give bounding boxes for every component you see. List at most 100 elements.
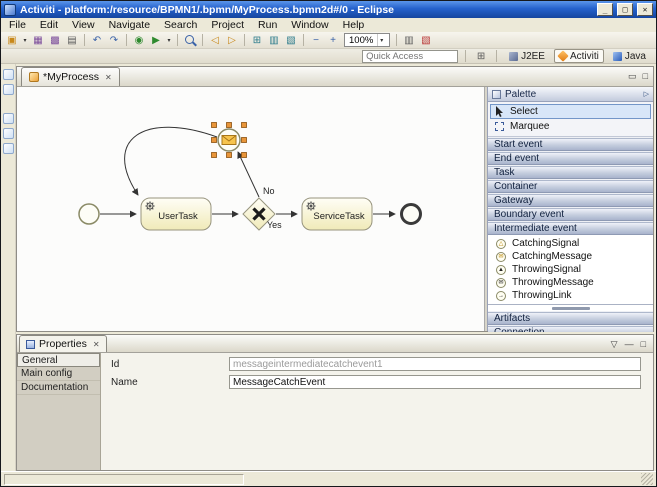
name-field-label: Name <box>111 377 229 388</box>
palette-tool-select[interactable]: Select <box>490 104 651 119</box>
properties-form: Id Name <box>101 353 653 470</box>
properties-tab-close-icon[interactable]: ✕ <box>91 340 100 349</box>
palette-item-catching-signal[interactable]: △ CatchingSignal <box>488 237 653 250</box>
category-general[interactable]: General <box>17 353 100 367</box>
category-documentation[interactable]: Documentation <box>17 381 100 395</box>
palette-item-throwing-signal[interactable]: ▲ ThrowingSignal <box>488 263 653 276</box>
properties-tab[interactable]: Properties ✕ <box>19 335 107 352</box>
message-envelope-icon <box>222 136 236 145</box>
palette-scroll-indicator[interactable] <box>488 305 653 311</box>
search-button[interactable] <box>182 33 198 48</box>
resize-grip-icon[interactable] <box>641 473 653 485</box>
zoom-in-button[interactable]: + <box>325 33 341 48</box>
palette-drawer-artifacts[interactable]: Artifacts <box>488 312 653 325</box>
zoom-out-button[interactable]: − <box>308 33 324 48</box>
id-field-input[interactable] <box>229 357 641 371</box>
titlebar[interactable]: Activiti - platform:/resource/BPMN1/.bpm… <box>1 1 656 18</box>
perspective-j2ee-button[interactable]: J2EE <box>504 49 550 63</box>
view-minimize-icon[interactable]: — <box>625 339 634 350</box>
menu-view[interactable]: View <box>65 19 102 31</box>
new-wizard-button[interactable]: ▣ <box>4 33 20 48</box>
view-shortcut-icon-5[interactable] <box>3 143 14 154</box>
maximize-button[interactable]: □ <box>617 3 633 16</box>
outline-mode-button[interactable]: ▥ <box>401 33 417 48</box>
palette-drawer-boundary-event[interactable]: Boundary event <box>488 208 653 221</box>
marquee-icon <box>495 122 504 131</box>
palette-header[interactable]: Palette ▷ <box>488 87 653 102</box>
palette-tool-marquee[interactable]: Marquee <box>490 119 651 134</box>
menu-search[interactable]: Search <box>157 19 204 31</box>
grid-button[interactable]: ▥ <box>266 33 282 48</box>
palette-item-catching-message[interactable]: ✉ CatchingMessage <box>488 250 653 263</box>
align-button[interactable]: ⊞ <box>249 33 265 48</box>
tab-close-icon[interactable]: ✕ <box>103 73 112 82</box>
minimize-button[interactable]: _ <box>597 3 613 16</box>
editor-minimize-icon[interactable]: ▭ <box>628 71 637 82</box>
view-shortcut-icon-1[interactable] <box>3 69 14 80</box>
palette-item-throwing-link[interactable]: → ThrowingLink <box>488 289 653 302</box>
perspective-label: J2EE <box>521 51 545 62</box>
zoom-combobox[interactable]: 100% ▾ <box>344 33 390 47</box>
flow-gateway-to-message[interactable] <box>238 152 259 197</box>
palette-item-label: ThrowingLink <box>512 290 571 301</box>
palette-drawer-start-event[interactable]: Start event <box>488 138 653 151</box>
editor-maximize-icon[interactable]: □ <box>643 71 648 82</box>
view-menu-icon[interactable]: ▽ <box>611 339 618 350</box>
palette-drawer-end-event[interactable]: End event <box>488 152 653 165</box>
palette-drawer-gateway[interactable]: Gateway <box>488 194 653 207</box>
palette-drawer-task[interactable]: Task <box>488 166 653 179</box>
view-shortcut-icon-4[interactable] <box>3 128 14 139</box>
toolbar-separator <box>465 50 466 62</box>
palette-drawer-intermediate-event[interactable]: Intermediate event <box>488 222 653 235</box>
run-button[interactable]: ▶ <box>148 33 164 48</box>
new-dropdown-icon[interactable]: ▾ <box>21 37 29 44</box>
workbench-area: *MyProcess ✕ ▭ □ <box>1 64 656 471</box>
menu-edit[interactable]: Edit <box>33 19 65 31</box>
view-maximize-icon[interactable]: □ <box>641 339 646 350</box>
catching-signal-icon: △ <box>496 239 506 249</box>
bpmn-canvas[interactable]: UserTask No Yes ServiceTask <box>17 87 484 331</box>
end-event-node[interactable] <box>402 205 421 224</box>
mark-occurrences-button[interactable]: ▧ <box>418 33 434 48</box>
start-event-node[interactable] <box>79 204 99 224</box>
menu-run[interactable]: Run <box>251 19 284 31</box>
perspective-java-button[interactable]: Java <box>608 49 651 63</box>
save-all-button[interactable]: ▩ <box>47 33 63 48</box>
toolbar-separator <box>177 34 178 46</box>
menu-project[interactable]: Project <box>204 19 251 31</box>
perspective-label: Java <box>625 51 646 62</box>
menu-help[interactable]: Help <box>336 19 372 31</box>
menu-file[interactable]: File <box>2 19 33 31</box>
palette-drawer-container[interactable]: Container <box>488 180 653 193</box>
properties-view: Properties ✕ ▽ — □ General Main config <box>16 332 656 471</box>
quick-access-input[interactable] <box>362 50 458 63</box>
palette-item-throwing-message[interactable]: ✉ ThrowingMessage <box>488 276 653 289</box>
debug-button[interactable]: ◉ <box>131 33 147 48</box>
print-button[interactable]: ▤ <box>64 33 80 48</box>
name-field-input[interactable] <box>229 375 641 389</box>
layers-button[interactable]: ▧ <box>283 33 299 48</box>
redo-button[interactable]: ↷ <box>106 33 122 48</box>
servicetask-label: ServiceTask <box>313 211 364 222</box>
open-perspective-button[interactable]: ⊞ <box>473 49 489 64</box>
view-shortcut-icon-3[interactable] <box>3 113 14 124</box>
editor-tab-label: *MyProcess <box>43 71 99 83</box>
view-shortcut-icon-2[interactable] <box>3 84 14 95</box>
undo-button[interactable]: ↶ <box>89 33 105 48</box>
save-button[interactable]: ▦ <box>30 33 46 48</box>
close-button[interactable]: ✕ <box>637 3 653 16</box>
throwing-link-icon: → <box>496 291 506 301</box>
window-title: Activiti - platform:/resource/BPMN1/.bpm… <box>20 4 593 16</box>
next-annotation-button[interactable]: ▷ <box>224 33 240 48</box>
menu-window[interactable]: Window <box>284 19 335 31</box>
properties-tab-label: Properties <box>39 338 87 350</box>
run-dropdown-icon[interactable]: ▾ <box>165 37 173 44</box>
perspective-toolbar: ⊞ J2EE Activiti Java <box>1 49 656 64</box>
palette-pin-icon[interactable]: ▷ <box>644 90 649 98</box>
category-main-config[interactable]: Main config <box>17 367 100 381</box>
perspective-activiti-button[interactable]: Activiti <box>554 49 604 63</box>
flow-message-to-usertask[interactable] <box>125 127 217 195</box>
previous-annotation-button[interactable]: ◁ <box>207 33 223 48</box>
menu-navigate[interactable]: Navigate <box>102 19 157 31</box>
editor-tab-myprocess[interactable]: *MyProcess ✕ <box>21 67 120 86</box>
